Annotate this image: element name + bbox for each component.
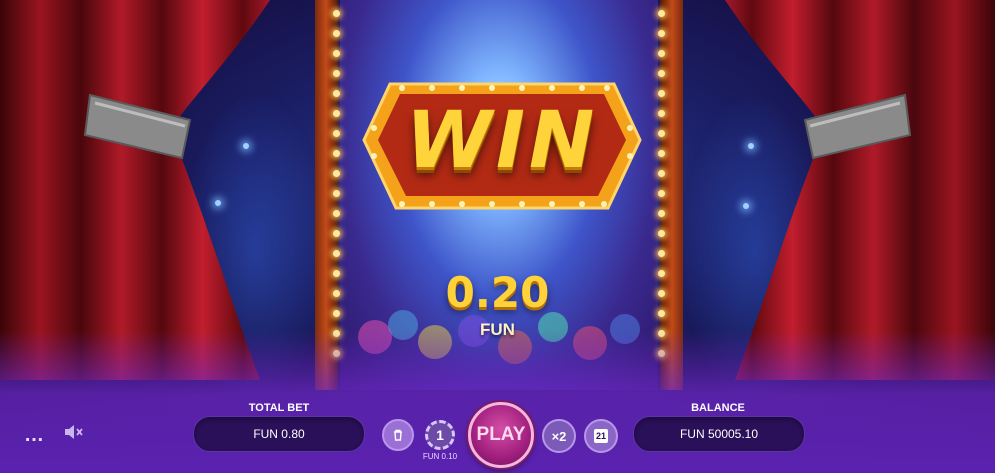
total-bet-field[interactable]: FUN 0.80 [193, 416, 365, 452]
mute-icon[interactable] [63, 423, 83, 441]
chip-value-label: FUN 0.10 [422, 452, 458, 461]
clear-bet-button[interactable] [382, 419, 414, 451]
menu-icon[interactable]: … [24, 424, 45, 447]
calendar-icon: 21 [594, 429, 608, 443]
game-stage: WIN 0.20 FUN … TOTAL BET FUN 0.80 1 FUN … [0, 0, 995, 473]
autoplay-button[interactable]: 21 [584, 419, 618, 453]
balance-label: BALANCE [691, 402, 745, 414]
chip-selector[interactable]: 1 [425, 420, 455, 450]
win-banner: WIN [362, 78, 642, 213]
play-button[interactable]: PLAY [468, 402, 534, 468]
trash-icon [394, 429, 402, 441]
total-bet-label: TOTAL BET [248, 402, 310, 414]
balance-field: FUN 50005.10 [633, 416, 805, 452]
win-title: WIN [405, 96, 599, 186]
win-amount: 0.20 [445, 268, 550, 317]
double-button[interactable]: ×2 [542, 419, 576, 453]
